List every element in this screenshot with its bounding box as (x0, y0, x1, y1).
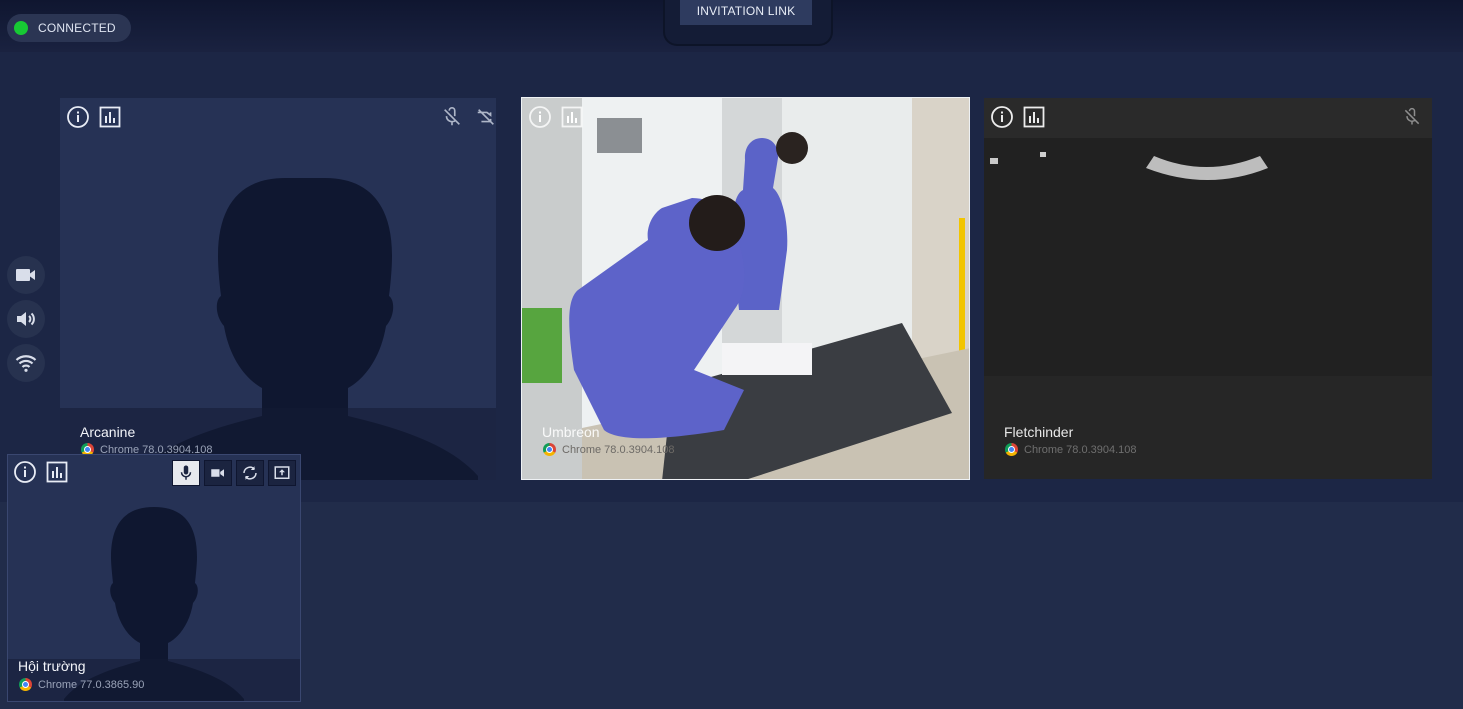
browser-version: Chrome 77.0.3865.90 (38, 678, 145, 691)
participant-name: Fletchinder (1004, 424, 1074, 440)
participant-name: Umbreon (542, 424, 600, 440)
info-button[interactable] (13, 460, 37, 484)
stats-icon (1023, 106, 1045, 128)
share-screen-button[interactable] (268, 460, 296, 486)
mic-muted-indicator (1400, 105, 1424, 129)
browser-version: Chrome 78.0.3904.108 (1024, 443, 1137, 456)
ultrasound-frame (984, 98, 1432, 479)
stats-icon (46, 461, 68, 483)
mic-off-icon (1404, 107, 1420, 125)
network-status-button[interactable] (7, 344, 45, 382)
video-muted-indicator (474, 105, 496, 129)
microphone-toggle-button[interactable] (172, 460, 200, 486)
share-screen-icon (274, 466, 290, 479)
stats-button[interactable] (560, 105, 584, 129)
video-frame (522, 98, 969, 479)
connection-status: CONNECTED (7, 14, 131, 42)
switch-camera-icon (243, 466, 257, 480)
microphone-icon (180, 465, 192, 480)
status-indicator-dot (14, 21, 28, 35)
stats-button[interactable] (98, 105, 122, 129)
info-button[interactable] (66, 105, 90, 129)
switch-camera-button[interactable] (236, 460, 264, 486)
info-button[interactable] (990, 105, 1014, 129)
participant-tile-active[interactable]: Umbreon Chrome 78.0.3904.108 (521, 97, 970, 480)
camera-icon (16, 269, 35, 281)
chrome-icon (1005, 443, 1018, 456)
participant-browser: Chrome 78.0.3904.108 (543, 443, 675, 456)
stats-button[interactable] (1022, 105, 1046, 129)
speaker-icon (17, 312, 35, 326)
participant-tile[interactable]: Arcanine Chrome 78.0.3904.108 (60, 98, 496, 480)
self-browser: Chrome 77.0.3865.90 (19, 678, 144, 691)
participant-browser: Chrome 78.0.3904.108 (1005, 443, 1137, 456)
participant-tile[interactable]: Fletchinder Chrome 78.0.3904.108 (984, 98, 1432, 479)
video-call-screen: CONNECTED INVITATION LINK Arcanine Chrom… (0, 0, 1463, 709)
camera-toggle-button[interactable] (7, 256, 45, 294)
participant-name: Arcanine (80, 424, 136, 440)
stats-icon (99, 106, 121, 128)
info-icon (529, 106, 551, 128)
wifi-icon (15, 355, 37, 372)
self-view-tile: Hội trường Chrome 77.0.3865.90 (7, 454, 301, 702)
invitation-tab: INVITATION LINK (663, 0, 833, 46)
info-icon (991, 106, 1013, 128)
info-button[interactable] (528, 105, 552, 129)
speaker-toggle-button[interactable] (7, 300, 45, 338)
browser-version: Chrome 78.0.3904.108 (562, 443, 675, 456)
info-icon (14, 461, 36, 483)
status-label: CONNECTED (38, 21, 116, 35)
video-off-icon (477, 109, 494, 125)
stats-button[interactable] (45, 460, 69, 484)
mic-muted-indicator (440, 105, 464, 129)
mic-off-icon (444, 107, 460, 126)
self-name: Hội trường (18, 658, 86, 674)
chrome-icon (19, 678, 32, 691)
invitation-link-button[interactable]: INVITATION LINK (680, 0, 812, 25)
info-icon (67, 106, 89, 128)
camera-toggle-button[interactable] (204, 460, 232, 486)
chrome-icon (543, 443, 556, 456)
stats-icon (561, 106, 583, 128)
video-camera-icon (211, 469, 224, 477)
